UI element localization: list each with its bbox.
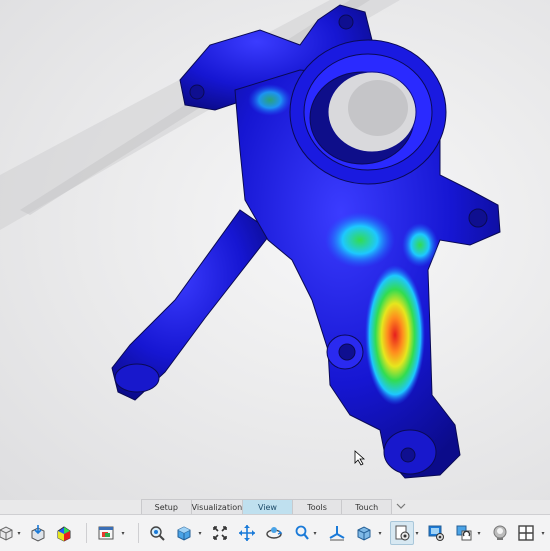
document-download-icon[interactable]: [26, 521, 50, 545]
chevron-down-icon[interactable]: ▾: [16, 528, 22, 538]
view-cube-icon[interactable]: [172, 521, 196, 545]
view-sync-icon[interactable]: [452, 521, 476, 545]
chevron-down-icon[interactable]: ▾: [540, 528, 546, 538]
ribbon-tab-bar: Setup Visualization View Tools Touch: [141, 499, 393, 514]
tab-touch[interactable]: Touch: [341, 499, 393, 514]
chevron-down-icon[interactable]: ▾: [414, 528, 420, 538]
tab-view[interactable]: View: [242, 499, 293, 514]
result-plot-icon[interactable]: [52, 521, 76, 545]
zoom-icon[interactable]: [290, 521, 314, 545]
display-mode-icon[interactable]: [352, 521, 376, 545]
light-bulb-icon[interactable]: [488, 521, 512, 545]
chevron-down-icon[interactable]: ▾: [377, 528, 383, 538]
window-layout-icon[interactable]: [94, 521, 118, 545]
steering-knuckle: [111, 4, 501, 479]
split-view-icon[interactable]: [514, 521, 538, 545]
mouse-cursor-icon: [354, 450, 366, 466]
view-toolbar: ▾ ▾ ▾ ▾ ▾ ▾ ▾ ▾: [0, 514, 550, 551]
graphics-viewport[interactable]: [0, 0, 550, 500]
zoom-to-fit-icon[interactable]: [145, 521, 169, 545]
rotate-icon[interactable]: [262, 521, 286, 545]
screen-capture-settings-icon[interactable]: [424, 521, 448, 545]
fit-all-icon[interactable]: [208, 521, 232, 545]
tab-tools[interactable]: Tools: [291, 499, 343, 514]
chevron-down-icon[interactable]: [395, 500, 407, 512]
tab-visualization[interactable]: Visualization: [190, 499, 244, 514]
chevron-down-icon[interactable]: ▾: [312, 528, 318, 538]
pan-icon[interactable]: [235, 521, 259, 545]
tab-setup[interactable]: Setup: [141, 499, 192, 514]
triad-axis-icon[interactable]: [325, 521, 349, 545]
chevron-down-icon[interactable]: ▾: [476, 528, 482, 538]
chevron-down-icon[interactable]: ▾: [120, 528, 126, 538]
chevron-down-icon[interactable]: ▾: [197, 528, 203, 538]
section-settings-icon[interactable]: [390, 521, 414, 545]
stress-result-model: [0, 0, 501, 479]
